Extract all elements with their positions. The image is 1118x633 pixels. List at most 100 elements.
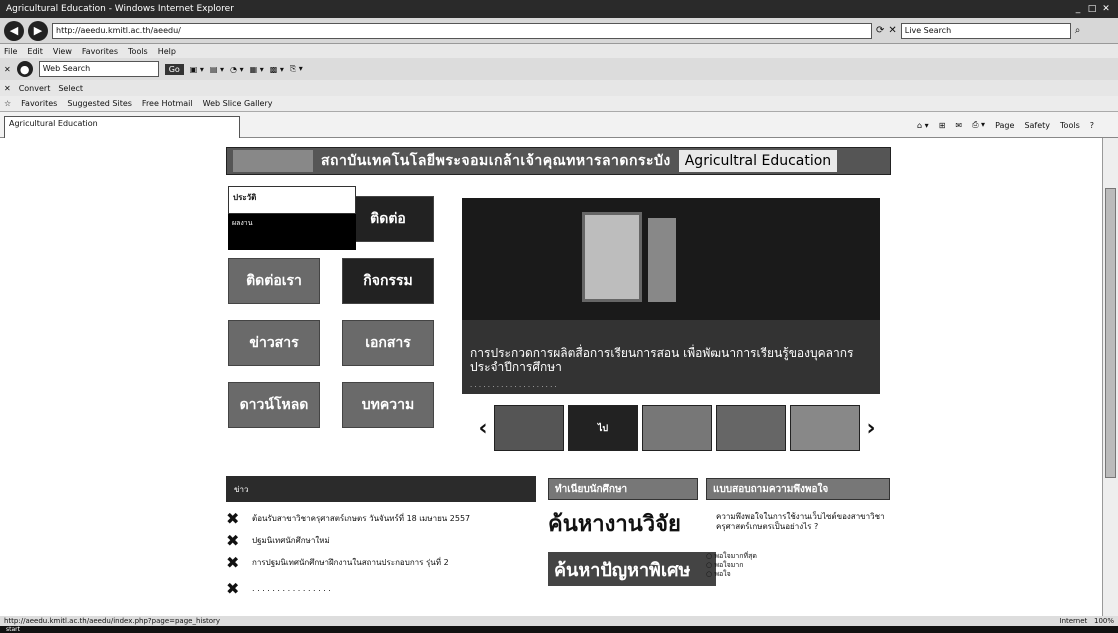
zoom-level[interactable]: 100% — [1094, 617, 1114, 625]
back-button[interactable]: ◀ — [4, 20, 24, 41]
fav-item-slice[interactable]: Web Slice Gallery — [203, 99, 273, 108]
news-item[interactable]: ✖ ปฐมนิเทศนักศึกษาใหม่ — [226, 531, 544, 550]
chevron-left-icon[interactable]: ‹ — [476, 416, 490, 441]
menu-tools[interactable]: Tools — [128, 47, 148, 56]
maximize-icon[interactable]: □ — [1086, 4, 1098, 14]
select-button[interactable]: Select — [58, 84, 83, 93]
convert-button[interactable]: Convert — [19, 84, 51, 93]
banner-thai-title: สถาบันเทคโนโลยีพระจอมเกล้าเจ้าคุณทหารลาด… — [321, 153, 671, 169]
menu-favorites[interactable]: Favorites — [82, 47, 118, 56]
title-bar: Agricultural Education - Windows Interne… — [0, 0, 1118, 18]
feeds-icon[interactable]: ⊞ — [939, 121, 946, 130]
toolbar-icon-f[interactable]: ⎘ ▾ — [290, 64, 303, 74]
news-item-text[interactable]: การปฐมนิเทศนักศึกษาฝึกงานในสถานประกอบการ… — [252, 558, 449, 568]
forward-button[interactable]: ▶ — [28, 20, 48, 41]
minimize-icon[interactable]: _ — [1072, 4, 1084, 14]
tile-download[interactable]: ดาวน์โหลด — [228, 382, 320, 428]
url-field[interactable]: http://aeedu.kmitl.ac.th/aeedu/ — [52, 22, 872, 39]
tile-documents[interactable]: เอกสาร — [342, 320, 434, 366]
window-title: Agricultural Education - Windows Interne… — [6, 4, 234, 14]
thumbnail-5[interactable] — [790, 405, 860, 451]
menu-view[interactable]: View — [53, 47, 72, 56]
bullet-icon: ✖ — [226, 579, 240, 598]
search-input[interactable]: Live Search — [900, 22, 1071, 39]
page-menu[interactable]: Page — [995, 121, 1014, 130]
search-icon[interactable]: ⌕ — [1075, 25, 1081, 36]
start-button[interactable]: start — [6, 626, 20, 633]
news-item[interactable]: ✖ การปฐมนิเทศนักศึกษาฝึกงานในสถานประกอบก… — [226, 553, 544, 572]
news-item[interactable]: ✖ . . . . . . . . . . . . . . . . — [226, 579, 544, 598]
status-bar: http://aeedu.kmitl.ac.th/aeedu/index.php… — [0, 616, 1118, 626]
close-icon[interactable]: ✕ — [1100, 4, 1112, 14]
toolbar-search-input[interactable]: Web Search — [38, 61, 159, 77]
photo-window — [582, 212, 642, 302]
tile-activities[interactable]: กิจกรรม — [342, 258, 434, 304]
news-item[interactable]: ✖ ต้อนรับสาขาวิชาครุศาสตร์เกษตร วันจันทร… — [226, 509, 544, 528]
safety-menu[interactable]: Safety — [1024, 121, 1050, 130]
print-icon[interactable]: ⎙ ▾ — [972, 120, 985, 130]
news-item-text[interactable]: . . . . . . . . . . . . . . . . — [252, 584, 331, 594]
web-search-button[interactable]: Go — [164, 63, 184, 75]
stop-icon[interactable]: ✕ — [888, 25, 896, 36]
toolbar: ✕ ● Web Search Go ▣ ▾ ▤ ▾ ◔ ▾ ▦ ▾ ▩ ▾ ⎘ … — [0, 58, 1118, 80]
chevron-right-icon[interactable]: › — [864, 416, 878, 441]
toolbar-icon-d[interactable]: ▦ ▾ — [250, 65, 264, 74]
vertical-scrollbar[interactable] — [1102, 138, 1118, 616]
thumbnail-2[interactable]: ไป — [568, 405, 638, 451]
slider-caption-text: การประกวดการผลิตสื่อการเรียนการสอน เพื่อ… — [470, 346, 854, 374]
toolbar-icon-a[interactable]: ▣ ▾ — [190, 65, 204, 74]
news-item-text[interactable]: ปฐมนิเทศนักศึกษาใหม่ — [252, 536, 330, 546]
tile-contact-us[interactable]: ติดต่อเรา — [228, 258, 320, 304]
poll-option[interactable]: ○ พอใจ — [706, 570, 757, 579]
news-header-label: ข่าว — [234, 484, 249, 494]
survey-button[interactable]: แบบสอบถามความพึงพอใจ — [706, 478, 890, 500]
research-search-link[interactable]: ค้นหางานวิจัย — [548, 506, 708, 541]
close-toolbar-icon[interactable]: ✕ — [4, 65, 11, 74]
site-logo — [233, 150, 313, 172]
command-bar: ⌂ ▾ ⊞ ✉ ⎙ ▾ Page Safety Tools ? — [917, 120, 1094, 130]
slider-caption: การประกวดการผลิตสื่อการเรียนการสอน เพื่อ… — [462, 320, 880, 394]
mail-icon[interactable]: ✉ — [955, 121, 962, 130]
news-item-text[interactable]: ต้อนรับสาขาวิชาครุศาสตร์เกษตร วันจันทร์ท… — [252, 514, 470, 524]
news-slider[interactable]: การประกวดการผลิตสื่อการเรียนการสอน เพื่อ… — [462, 198, 880, 394]
poll-options: ○ พอใจมากที่สุด ○ พอใจมาก ○ พอใจ — [706, 552, 757, 579]
menu-file[interactable]: File — [4, 47, 17, 56]
refresh-icon[interactable]: ⟳ — [876, 25, 884, 36]
toolbar-icon-c[interactable]: ◔ ▾ — [230, 65, 244, 74]
favorites-bar: ☆ Favorites Suggested Sites Free Hotmail… — [0, 96, 1118, 112]
tools-menu[interactable]: Tools — [1060, 121, 1080, 130]
menu-edit[interactable]: Edit — [27, 47, 43, 56]
menu-dropdown-header[interactable]: ประวัติ — [228, 186, 356, 214]
toolbar-icon-e[interactable]: ▩ ▾ — [270, 65, 284, 74]
fav-item-hotmail[interactable]: Free Hotmail — [142, 99, 193, 108]
poll-option[interactable]: ○ พอใจมากที่สุด — [706, 552, 757, 561]
photo-curtain — [648, 218, 676, 302]
bullet-icon: ✖ — [226, 509, 240, 528]
news-header: ข่าว — [226, 476, 536, 502]
tile-news[interactable]: ข่าวสาร — [228, 320, 320, 366]
thumbnail-3[interactable] — [642, 405, 712, 451]
convert-toolbar: ✕ Convert Select — [0, 80, 1118, 96]
toolbar-icon-b[interactable]: ▤ ▾ — [210, 65, 224, 74]
bullet-icon: ✖ — [226, 531, 240, 550]
fav-item-suggested[interactable]: Suggested Sites — [67, 99, 132, 108]
poll-option[interactable]: ○ พอใจมาก — [706, 561, 757, 570]
tile-articles[interactable]: บทความ — [342, 382, 434, 428]
star-icon: ☆ — [4, 99, 12, 108]
menu-dropdown[interactable]: ผลงาน — [228, 214, 356, 250]
thumbnail-1[interactable] — [494, 405, 564, 451]
thumbnail-strip: ‹ ไป › — [476, 403, 880, 453]
close-toolbar2-icon[interactable]: ✕ — [4, 84, 11, 93]
tab-agricultural-education[interactable]: Agricultural Education — [4, 116, 240, 138]
favorites-button[interactable]: Favorites — [21, 99, 57, 108]
help-icon[interactable]: ? — [1090, 121, 1094, 130]
thumbnail-4[interactable] — [716, 405, 786, 451]
slider-photo — [462, 198, 880, 320]
home-icon[interactable]: ⌂ ▾ — [917, 121, 929, 130]
bullet-icon: ✖ — [226, 553, 240, 572]
scrollbar-thumb[interactable] — [1105, 188, 1116, 478]
special-problem-search-link[interactable]: ค้นหาปัญหาพิเศษ — [548, 552, 716, 586]
directory-button[interactable]: ทำเนียบนักศึกษา — [548, 478, 698, 500]
site-banner: สถาบันเทคโนโลยีพระจอมเกล้าเจ้าคุณทหารลาด… — [226, 147, 891, 175]
menu-help[interactable]: Help — [158, 47, 176, 56]
